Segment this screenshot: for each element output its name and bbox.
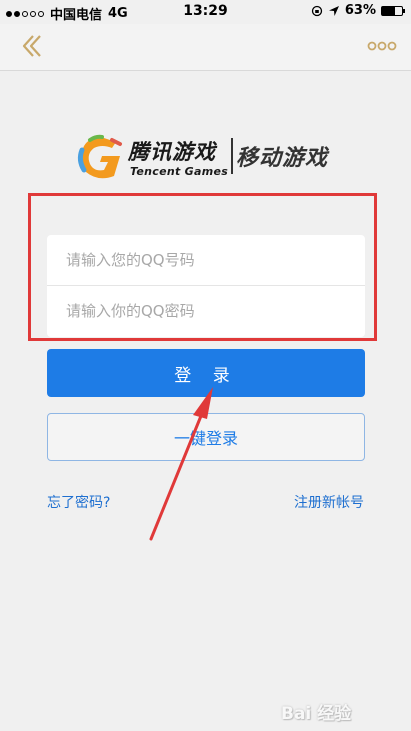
watermark-text: Bai 经验 [281, 704, 352, 724]
logo-product-name: 移动游戏 [236, 146, 329, 171]
login-button-label: 登 录 [174, 365, 238, 386]
orientation-lock-icon [311, 5, 323, 16]
logo-divider [231, 138, 233, 174]
battery-fill [382, 6, 395, 15]
logo-brand-en: Tencent Games [130, 165, 229, 178]
baidu-jingyan-watermark: Bai 经验 [281, 695, 391, 724]
status-right: 63% [311, 3, 405, 18]
location-icon [328, 5, 339, 16]
annotation-highlight-box [28, 193, 377, 341]
tencent-games-logo: 腾讯游戏 Tencent Games 移动游戏 [72, 130, 342, 190]
status-bar: 中国电信 4G 13:29 63% [0, 0, 411, 24]
battery-icon [381, 5, 405, 16]
register-account-link[interactable]: 注册新帐号 [294, 492, 364, 512]
forgot-password-link[interactable]: 忘了密码? [47, 492, 110, 512]
battery-percent: 63% [344, 3, 376, 18]
tencent-games-logo-icon [77, 134, 122, 179]
annotation-arrow-icon [149, 387, 213, 541]
more-dots-icon[interactable] [367, 34, 397, 58]
logo-brand-cn: 腾讯游戏 [128, 140, 216, 164]
chevron-left-icon[interactable] [18, 32, 46, 60]
nav-bar [0, 24, 411, 71]
